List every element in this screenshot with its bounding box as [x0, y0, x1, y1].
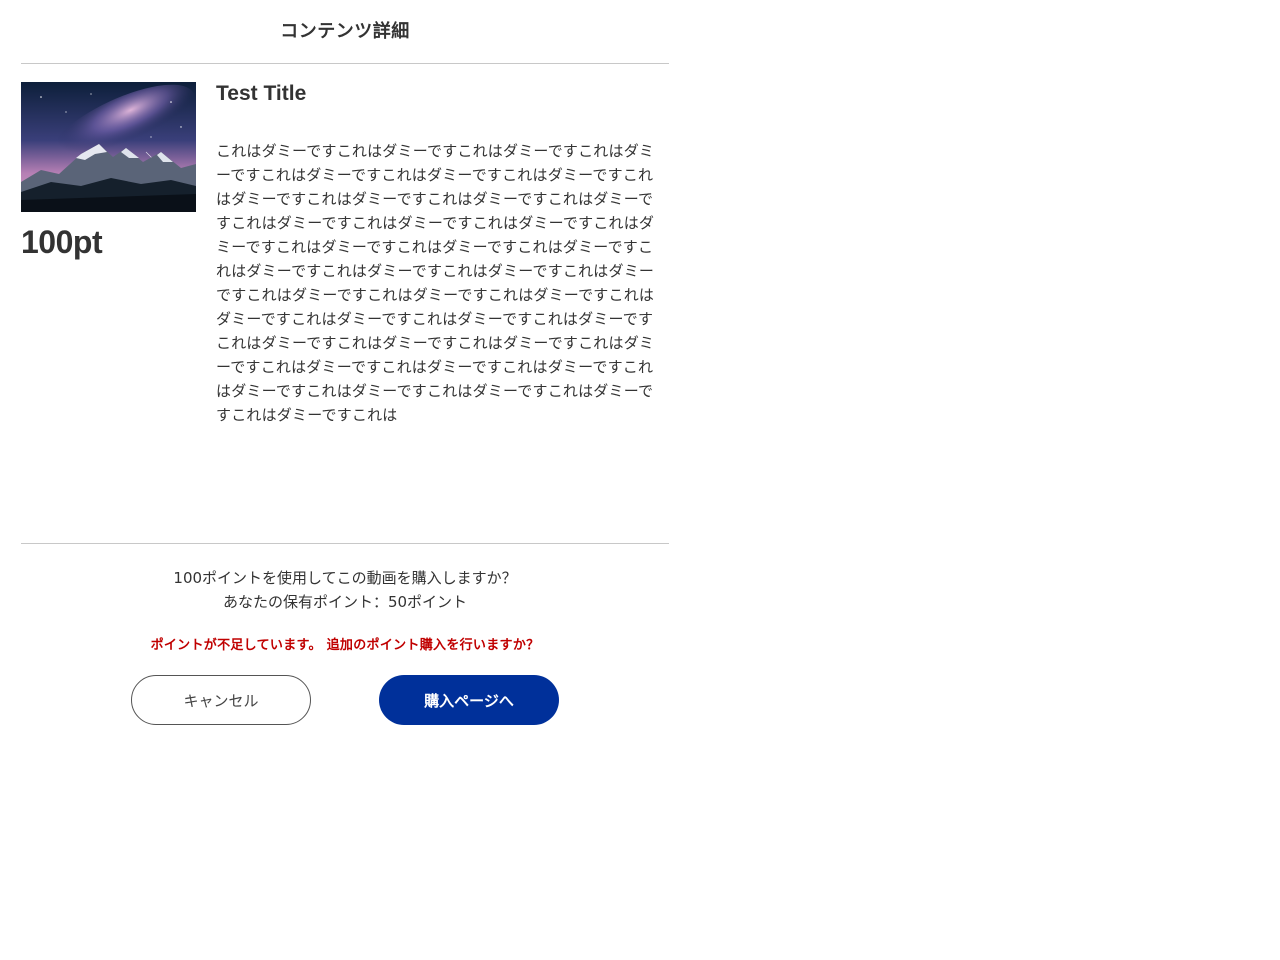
go-to-purchase-button[interactable]: 購入ページへ [379, 675, 559, 725]
purchase-confirmation: 100ポイントを使用してこの動画を購入しますか？ あなたの保有ポイント：50ポイ… [21, 544, 669, 614]
button-row: キャンセル 購入ページへ [21, 675, 669, 735]
header: コンテンツ詳細 [21, 0, 669, 64]
points-balance: あなたの保有ポイント：50ポイント [222, 593, 468, 611]
content-description: これはダミーですこれはダミーですこれはダミーですこれはダミーですこれはダミーです… [216, 142, 655, 424]
purchase-question: 100ポイントを使用してこの動画を購入しますか？ [173, 569, 517, 587]
content-detail-panel: コンテンツ詳細 100pt Test Title これはダミーですこれはダミーで… [21, 0, 669, 735]
content-title: Test Title [216, 82, 307, 105]
mountain-night-sky-icon [21, 82, 196, 212]
content-section: 100pt Test Title これはダミーですこれはダミーですこれはダミーで… [21, 64, 669, 544]
cancel-button[interactable]: キャンセル [131, 675, 311, 725]
insufficient-points-warning: ポイントが不足しています。 追加のポイント購入を行いますか？ [150, 638, 540, 653]
content-price: 100pt [21, 224, 103, 260]
thumbnail-image [21, 82, 196, 212]
page-title: コンテンツ詳細 [280, 20, 410, 42]
